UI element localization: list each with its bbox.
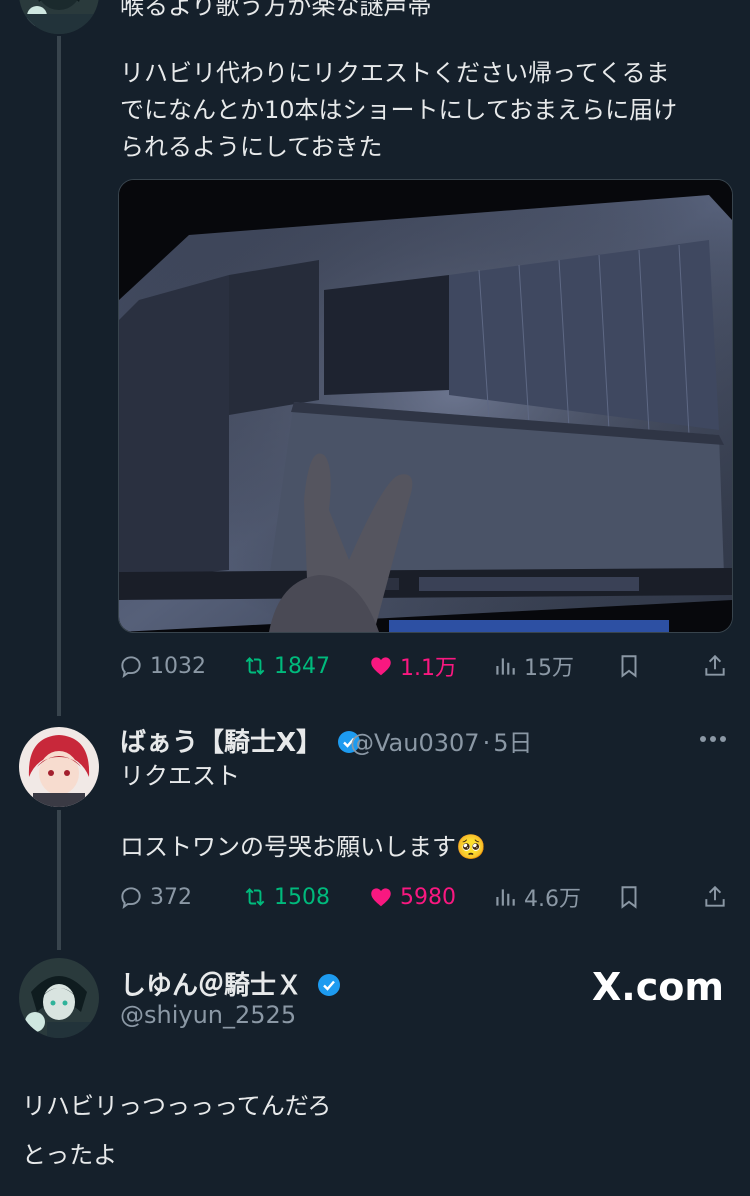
verified-icon xyxy=(318,974,341,996)
retweet-icon xyxy=(245,888,265,906)
reply-retweet-count: 1508 xyxy=(274,884,330,910)
thread-line-bottom xyxy=(57,810,61,950)
reply-meta: @Vau0307 · 5日 xyxy=(350,723,532,758)
post1-action-bar: 1032 1847 1.1万 15万 xyxy=(118,646,730,686)
reply-text-line-2: ロストワンの号哭お願いします🥺 xyxy=(120,833,486,861)
reply-more-button[interactable] xyxy=(697,729,729,749)
post1-share-button[interactable] xyxy=(702,646,728,686)
avatar-shiyun-top[interactable] xyxy=(19,0,99,34)
quote-text-line-1: リハビリっつっっってんだろ xyxy=(22,1092,332,1120)
post1-like-count: 1.1万 xyxy=(400,656,457,681)
heart-icon xyxy=(371,657,391,676)
views-icon xyxy=(496,889,515,906)
bookmark-icon xyxy=(621,655,637,678)
post1-text-top: 喉るより歌う方が楽な謎声帯 xyxy=(120,0,432,20)
reply-share-button[interactable] xyxy=(702,877,728,917)
bookmark-icon xyxy=(621,886,637,909)
reply-views-count: 4.6万 xyxy=(524,887,581,912)
post1-media-image[interactable] xyxy=(118,179,733,633)
quote-handle[interactable]: @shiyun_2525 xyxy=(120,1001,296,1029)
post1-bookmark-button[interactable] xyxy=(616,646,642,686)
reply-views[interactable]: 4.6万 xyxy=(492,877,581,917)
post1-text-line-3: られるようにしておきた xyxy=(120,133,383,161)
quote-author-name-text: しゆん＠騎士Ｘ xyxy=(120,971,303,1001)
post1-reply-button[interactable]: 1032 xyxy=(118,646,206,686)
views-icon xyxy=(496,658,515,675)
post1-views-count: 15万 xyxy=(524,656,574,681)
reply-reply-button[interactable]: 372 xyxy=(118,877,192,917)
reply-icon xyxy=(121,656,141,678)
retweet-icon xyxy=(245,657,265,675)
reply-icon xyxy=(121,887,141,909)
quote-author-name[interactable]: しゆん＠騎士Ｘ xyxy=(120,965,341,1002)
reply-time[interactable]: 5日 xyxy=(493,729,532,757)
reply-retweet-button[interactable]: 1508 xyxy=(242,877,330,917)
reply-reply-count: 372 xyxy=(150,884,192,910)
reply-author-name[interactable]: ばぁう【騎士X】 xyxy=(120,722,361,759)
post1-views[interactable]: 15万 xyxy=(492,646,574,686)
reply-like-count: 5980 xyxy=(400,884,456,910)
reply-like-button[interactable]: 5980 xyxy=(368,877,456,917)
avatar-vau[interactable] xyxy=(19,727,99,807)
x-com-brand: X.com xyxy=(592,965,724,1009)
reply-bookmark-button[interactable] xyxy=(616,877,642,917)
thread-line-top xyxy=(57,36,61,716)
reply-author-name-text: ばぁう【騎士X】 xyxy=(120,728,323,758)
reply-text-line-1: リクエスト xyxy=(120,762,240,790)
post1-reply-count: 1032 xyxy=(150,653,206,679)
avatar-shiyun[interactable] xyxy=(19,958,99,1038)
share-icon xyxy=(705,654,725,676)
post1-like-button[interactable]: 1.1万 xyxy=(368,646,457,686)
reply-handle[interactable]: @Vau0307 xyxy=(350,729,480,757)
share-icon xyxy=(705,885,725,907)
reply-action-bar: 372 1508 5980 4.6万 xyxy=(118,877,730,917)
more-icon xyxy=(700,736,726,742)
heart-icon xyxy=(371,888,391,907)
reply-separator: · xyxy=(482,729,491,757)
quote-text-line-2: とったよ xyxy=(22,1141,118,1169)
post1-retweet-count: 1847 xyxy=(274,653,330,679)
post1-retweet-button[interactable]: 1847 xyxy=(242,646,330,686)
post1-text-line-2: でになんとか10本はショートにしておまえらに届け xyxy=(120,96,678,124)
post1-text-line-1: リハビリ代わりにリクエストください帰ってくるま xyxy=(120,59,670,87)
